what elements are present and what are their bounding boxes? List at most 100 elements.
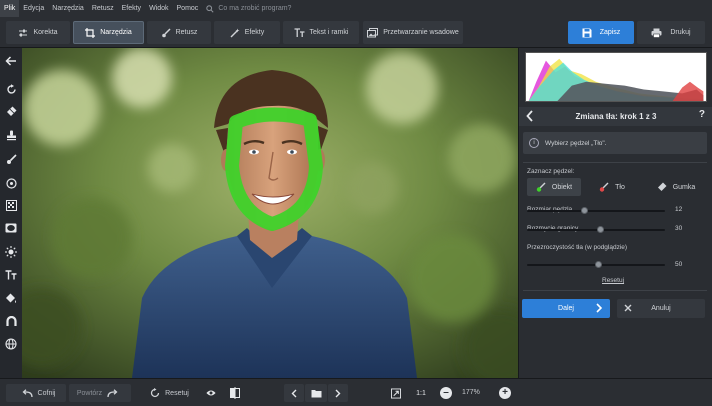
tab-tools[interactable]: Narzędzia bbox=[73, 21, 144, 44]
step-title: Zmiana tła: krok 1 z 3 bbox=[575, 112, 657, 121]
stamp-icon[interactable] bbox=[3, 127, 19, 143]
eraser-brush-icon bbox=[657, 182, 667, 191]
photo-canvas[interactable] bbox=[22, 48, 518, 378]
compare-icon bbox=[230, 387, 240, 399]
globe-icon[interactable] bbox=[3, 336, 19, 352]
brush-icon bbox=[161, 27, 171, 37]
rotate-icon[interactable] bbox=[3, 81, 19, 97]
menu-effects[interactable]: Efekty bbox=[118, 0, 145, 17]
tool-sidebar bbox=[0, 48, 22, 378]
object-brush-icon bbox=[536, 182, 546, 192]
select-brush-label: Zaznacz pędzel: bbox=[527, 168, 575, 175]
tab-label: Narzędzia bbox=[100, 29, 132, 36]
bg-opacity-label: Przezroczystość tła (w podglądzie) bbox=[527, 244, 628, 251]
cancel-button[interactable]: Anuluj bbox=[617, 299, 705, 318]
text-tool-icon[interactable] bbox=[3, 267, 19, 283]
bg-opacity-thumb[interactable] bbox=[595, 261, 603, 268]
eraser-icon[interactable] bbox=[3, 103, 19, 119]
portrait-photo bbox=[22, 48, 518, 378]
help-button[interactable]: ? bbox=[699, 109, 705, 120]
tab-label: Przetwarzanie wsadowe bbox=[383, 29, 459, 36]
back-arrow-icon[interactable] bbox=[3, 53, 19, 69]
zoom-out-button[interactable]: – bbox=[440, 387, 452, 399]
divider bbox=[523, 290, 707, 291]
brush-tool-icon[interactable] bbox=[3, 151, 19, 167]
floppy-icon bbox=[582, 28, 592, 37]
undo-label: Cofnij bbox=[37, 389, 56, 397]
fit-screen-icon bbox=[391, 388, 401, 398]
menu-file[interactable]: Plik bbox=[0, 0, 20, 17]
print-label: Drukuj bbox=[670, 29, 691, 36]
edge-blur-thumb[interactable] bbox=[596, 226, 604, 233]
save-label: Zapisz bbox=[599, 29, 621, 36]
magnet-icon[interactable] bbox=[3, 313, 19, 329]
images-icon bbox=[367, 27, 379, 37]
menu-help[interactable]: Pomoc bbox=[173, 0, 203, 17]
hint-text: Wybierz pędzel „Tło". bbox=[545, 139, 607, 147]
brush-size-track[interactable] bbox=[527, 210, 665, 212]
brush-size-thumb[interactable] bbox=[581, 207, 589, 214]
reset-button[interactable]: Resetuj bbox=[140, 384, 194, 402]
brush-size-value: 12 bbox=[675, 206, 683, 213]
change-background-panel: Zmiana tła: krok 1 z 3 ? i Wybierz pędze… bbox=[518, 48, 712, 378]
redo-label: Powtórz bbox=[76, 389, 103, 397]
next-button[interactable]: Dalej bbox=[522, 299, 610, 318]
tab-label: Korekta bbox=[33, 29, 58, 36]
step-back-icon[interactable] bbox=[526, 110, 534, 122]
zoom-in-button[interactable]: + bbox=[499, 387, 511, 399]
undo-button[interactable]: Cofnij bbox=[6, 384, 66, 402]
fit-to-screen-button[interactable] bbox=[386, 384, 406, 402]
menu-edit[interactable]: Edycja bbox=[19, 0, 48, 17]
chevron-left-icon bbox=[291, 389, 297, 397]
undo-icon bbox=[22, 388, 33, 397]
prev-image-button[interactable] bbox=[284, 384, 304, 402]
menu-view[interactable]: Widok bbox=[145, 0, 172, 17]
eye-icon bbox=[206, 390, 216, 396]
reset-label: Resetuj bbox=[165, 389, 189, 397]
bucket-icon[interactable] bbox=[3, 290, 19, 306]
save-button[interactable]: Zapisz bbox=[568, 21, 634, 44]
divider bbox=[523, 162, 707, 163]
compare-button[interactable] bbox=[225, 384, 245, 402]
brush-object[interactable]: Obiekt bbox=[527, 178, 581, 196]
tab-retouch[interactable]: Retusz bbox=[147, 21, 211, 44]
main-toolbar: Korekta Narzędzia Retusz Efekty Tekst i … bbox=[0, 17, 712, 48]
close-icon bbox=[624, 304, 632, 312]
vignette-icon[interactable] bbox=[3, 220, 19, 236]
tab-label: Efekty bbox=[244, 29, 265, 36]
reset-icon bbox=[151, 388, 160, 398]
cancel-label: Anuluj bbox=[651, 305, 671, 312]
edge-blur-value: 30 bbox=[675, 225, 683, 232]
tab-text-frames[interactable]: Tekst i ramki bbox=[283, 21, 359, 44]
reset-link[interactable]: Resetuj bbox=[602, 277, 624, 284]
gradient-icon[interactable] bbox=[3, 197, 19, 213]
brush-background[interactable]: Tło bbox=[585, 178, 639, 196]
next-label: Dalej bbox=[558, 305, 574, 312]
target-icon[interactable] bbox=[3, 175, 19, 191]
next-image-button[interactable] bbox=[328, 384, 348, 402]
chevron-right-icon bbox=[335, 389, 341, 397]
text-icon bbox=[294, 27, 305, 37]
printer-icon bbox=[651, 28, 662, 38]
print-button[interactable]: Drukuj bbox=[637, 21, 705, 44]
tab-batch[interactable]: Przetwarzanie wsadowe bbox=[363, 21, 463, 44]
tab-effects[interactable]: Efekty bbox=[214, 21, 280, 44]
sliders-icon bbox=[19, 29, 28, 36]
preview-button[interactable] bbox=[201, 384, 221, 402]
hint-box: i Wybierz pędzel „Tło". bbox=[523, 132, 707, 154]
info-icon: i bbox=[529, 138, 539, 148]
actual-size-button[interactable]: 1:1 bbox=[411, 384, 431, 402]
bg-opacity-value: 50 bbox=[675, 261, 683, 268]
redo-button[interactable]: Powtórz bbox=[69, 384, 131, 402]
search-placeholder: Co ma zrobić program? bbox=[218, 5, 292, 12]
bottom-toolbar: Cofnij Powtórz Resetuj 1:1 – 177% + bbox=[0, 378, 712, 406]
open-folder-button[interactable] bbox=[305, 384, 327, 402]
brush-eraser[interactable]: Gumka bbox=[647, 178, 705, 196]
sun-icon[interactable] bbox=[3, 244, 19, 260]
menu-tools[interactable]: Narzędzia bbox=[48, 0, 88, 17]
search-icon bbox=[206, 4, 214, 13]
crop-icon bbox=[85, 27, 96, 38]
menu-retouch[interactable]: Retusz bbox=[88, 0, 118, 17]
tab-correction[interactable]: Korekta bbox=[6, 21, 70, 44]
search-box[interactable]: Co ma zrobić program? bbox=[206, 4, 292, 13]
